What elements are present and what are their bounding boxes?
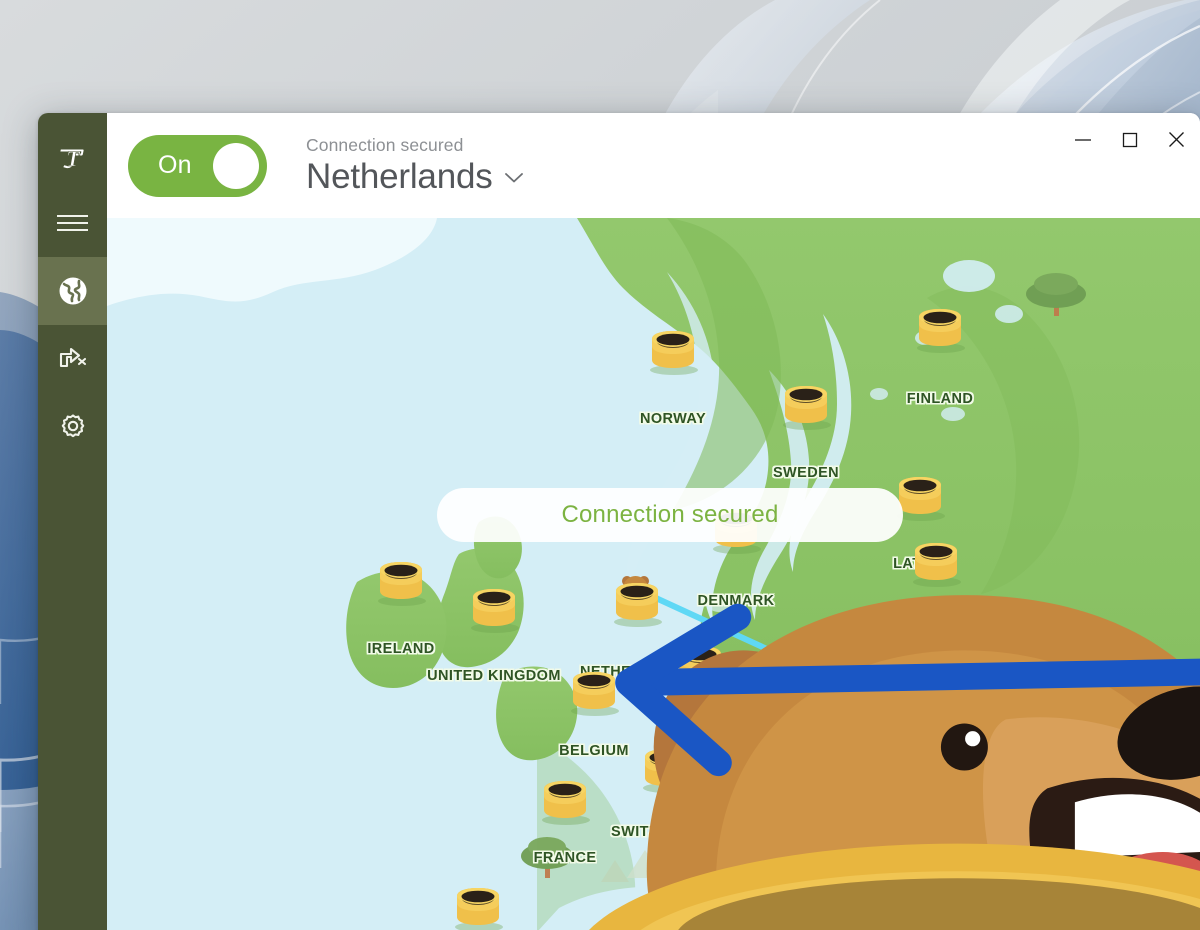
globe-icon: [57, 275, 89, 307]
tunnelbear-app-window: T On Connection secured Netherlands NORW…: [38, 113, 1200, 930]
tunnel-marker[interactable]: [644, 312, 702, 376]
vpn-power-toggle[interactable]: On: [128, 134, 267, 197]
hamburger-menu-icon: [56, 211, 89, 235]
tunnel-marker[interactable]: [777, 367, 835, 431]
sidebar: T: [38, 113, 107, 930]
connection-info: Connection secured Netherlands: [306, 135, 524, 197]
country-label: FINLAND: [906, 391, 974, 407]
maximize-button[interactable]: [1106, 113, 1153, 171]
svg-text:T: T: [66, 146, 81, 171]
country-label: NORWAY: [639, 411, 707, 427]
tunnel-marker[interactable]: [911, 290, 969, 354]
app-header: On Connection secured Netherlands: [107, 113, 1200, 218]
close-icon: [1168, 131, 1185, 153]
sidebar-item-logo[interactable]: T: [38, 127, 107, 189]
window-controls: [1059, 113, 1200, 171]
selected-country-label: Netherlands: [306, 156, 493, 196]
share-network-icon: [57, 345, 89, 373]
bear-mascot-icon: [589, 595, 1200, 930]
tunnelbear-logo-icon: T: [57, 144, 89, 172]
toggle-knob: [213, 142, 259, 189]
toggle-label: On: [158, 151, 192, 179]
world-map[interactable]: NORWAY FINLAND SWEDEN LATV: [107, 218, 1200, 930]
main-area: On Connection secured Netherlands NORWAY…: [107, 113, 1200, 930]
sidebar-item-share[interactable]: [38, 325, 107, 393]
gear-icon: [58, 412, 88, 442]
sidebar-item-map[interactable]: [38, 257, 107, 325]
minimize-button[interactable]: [1059, 113, 1106, 171]
desktop-background: T On Connection secured Netherlands NORW…: [0, 0, 1200, 930]
maximize-icon: [1122, 132, 1138, 153]
connection-status-text: Connection secured: [306, 134, 464, 155]
sidebar-item-menu[interactable]: [38, 189, 107, 257]
minimize-icon: [1074, 133, 1092, 151]
sidebar-item-settings[interactable]: [38, 393, 107, 461]
country-selector[interactable]: Netherlands: [306, 157, 524, 197]
chevron-down-icon: [504, 171, 524, 189]
close-button[interactable]: [1153, 113, 1200, 171]
